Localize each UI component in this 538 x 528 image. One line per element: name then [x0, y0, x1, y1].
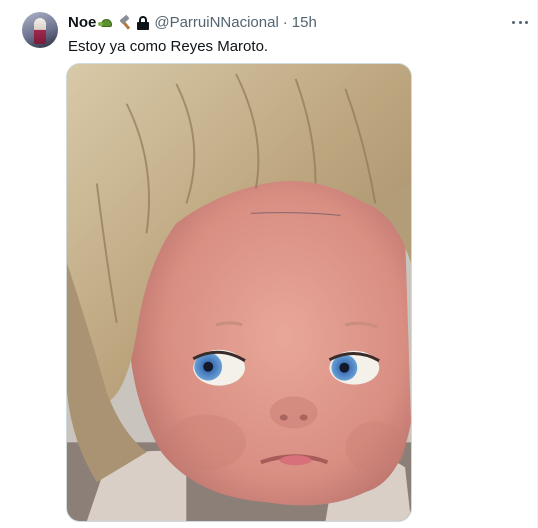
turtle-icon: [98, 17, 114, 29]
tweet-photo[interactable]: [66, 63, 412, 522]
tweet-header: Noe @ParruiNNacional · 15h: [68, 14, 317, 32]
hammer-icon: [118, 14, 132, 30]
separator-dot: ·: [282, 14, 288, 31]
avatar[interactable]: [22, 12, 58, 48]
tweet-text: Estoy ya como Reyes Maroto.: [68, 38, 269, 55]
lock-icon: [137, 16, 150, 30]
avatar-figure: [34, 18, 46, 44]
author-name[interactable]: Noe: [68, 14, 96, 32]
doll-photo-image: [67, 64, 411, 521]
tweet-card[interactable]: Noe @ParruiNNacional · 15h Estoy ya como…: [0, 0, 538, 528]
author-handle[interactable]: @ParruiNNacional: [154, 14, 278, 32]
more-options-icon[interactable]: [512, 14, 528, 30]
tweet-timestamp[interactable]: 15h: [292, 14, 317, 32]
